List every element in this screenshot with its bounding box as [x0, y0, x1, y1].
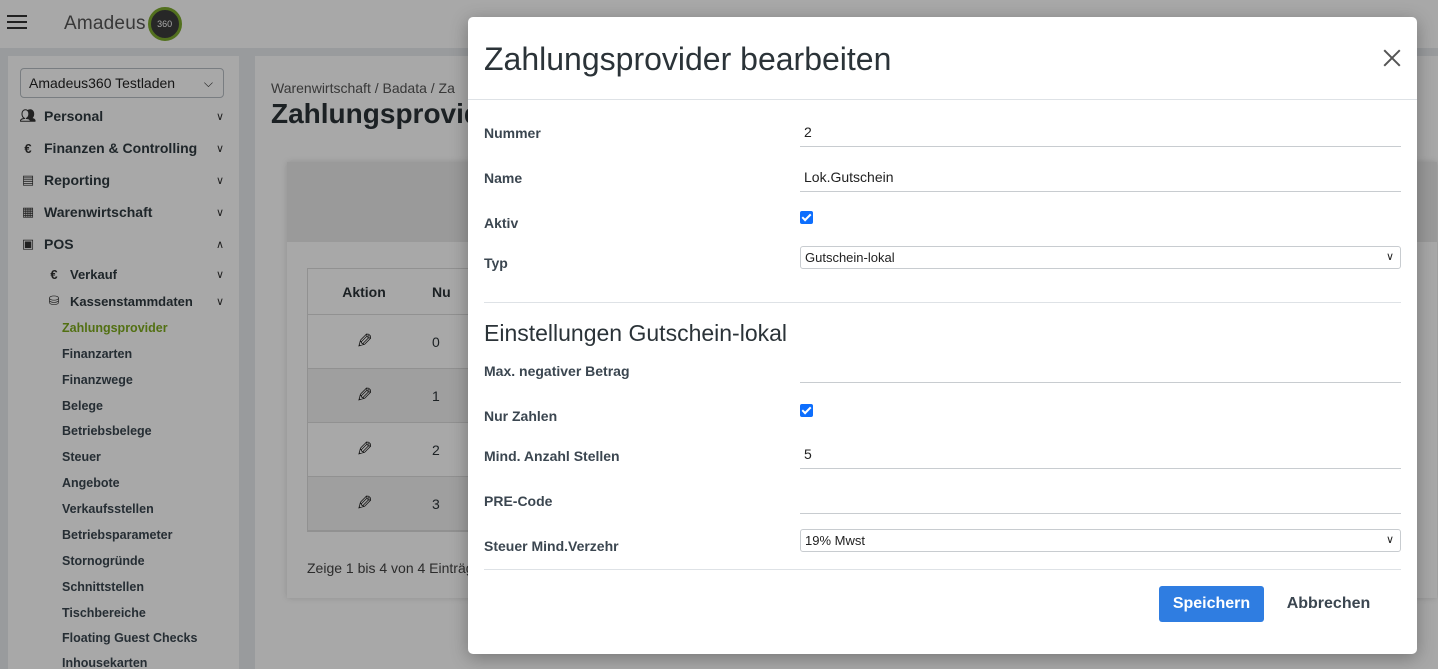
- edit-payment-provider-modal: Zahlungsprovider bearbeiten Nummer Name …: [468, 17, 1417, 654]
- typ-select[interactable]: Gutschein-lokal ∨: [800, 246, 1401, 269]
- name-label: Name: [484, 170, 523, 186]
- chevron-down-icon: ∨: [1385, 251, 1394, 263]
- max-negativer-betrag-field[interactable]: [800, 353, 1401, 383]
- max-negativer-betrag-label: Max. negativer Betrag: [484, 363, 630, 379]
- pre-code-label: PRE-Code: [484, 493, 553, 509]
- modal-header: Zahlungsprovider bearbeiten: [468, 17, 1417, 100]
- mind-anzahl-stellen-label: Mind. Anzahl Stellen: [484, 448, 620, 464]
- modal-title: Zahlungsprovider bearbeiten: [484, 41, 892, 77]
- nummer-label: Nummer: [484, 125, 541, 141]
- steuer-select-value: 19% Mwst: [805, 533, 865, 548]
- name-field[interactable]: [800, 162, 1401, 192]
- aktiv-checkbox[interactable]: [800, 211, 813, 224]
- close-icon[interactable]: [1381, 47, 1403, 69]
- steuer-mind-verzehr-select[interactable]: 19% Mwst ∨: [800, 529, 1401, 552]
- section-divider: [484, 302, 1401, 303]
- chevron-down-icon: ∨: [1385, 534, 1394, 546]
- cancel-button[interactable]: Abbrechen: [1276, 586, 1381, 622]
- pre-code-field[interactable]: [800, 484, 1401, 514]
- steuer-mind-verzehr-label: Steuer Mind.Verzehr: [484, 538, 619, 554]
- nur-zahlen-label: Nur Zahlen: [484, 408, 558, 424]
- save-button[interactable]: Speichern: [1159, 586, 1264, 622]
- nummer-field[interactable]: [800, 117, 1401, 147]
- nur-zahlen-checkbox[interactable]: [800, 404, 813, 417]
- footer-divider: [484, 569, 1401, 570]
- mind-anzahl-stellen-field[interactable]: [800, 439, 1401, 469]
- aktiv-label: Aktiv: [484, 215, 519, 231]
- typ-label: Typ: [484, 255, 508, 271]
- typ-select-value: Gutschein-lokal: [805, 250, 895, 265]
- settings-section-title: Einstellungen Gutschein-lokal: [484, 320, 788, 346]
